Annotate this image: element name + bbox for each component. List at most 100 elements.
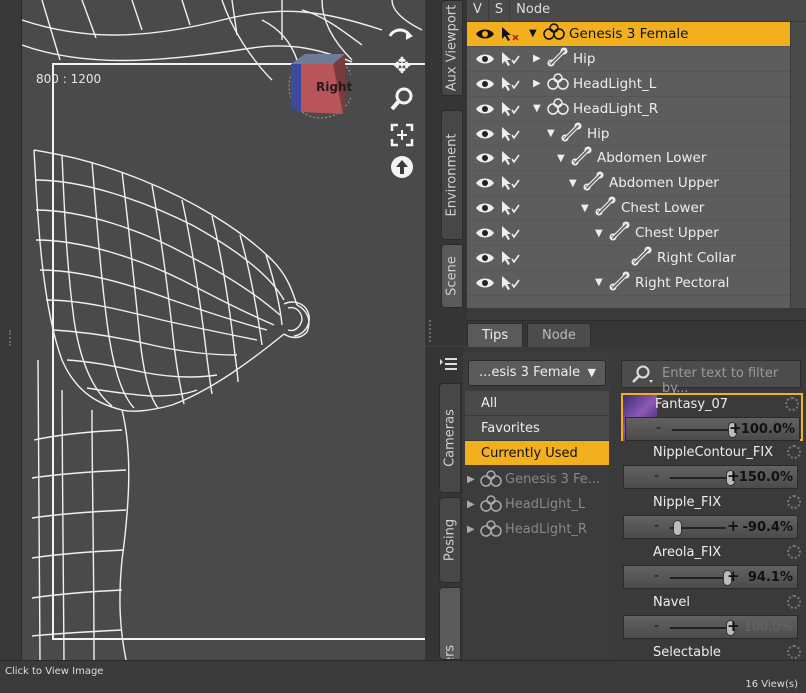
visibility-eye-icon[interactable] [475, 276, 495, 290]
expand-icon[interactable]: ▶ [467, 524, 477, 535]
property-slider[interactable]: - + -90.4% [623, 515, 798, 539]
tab-parameters[interactable]: Parameters [439, 587, 461, 660]
selectable-cursor-icon[interactable] [500, 76, 520, 92]
selectable-cursor-icon[interactable] [500, 225, 520, 241]
selectable-cursor-icon[interactable] [500, 101, 520, 117]
decrement-icon[interactable]: - [654, 618, 659, 634]
property-value[interactable]: 100.0% [741, 422, 795, 437]
slider-track[interactable] [670, 627, 726, 629]
visibility-eye-icon[interactable] [475, 127, 495, 141]
property-slider[interactable]: - +94.1% [623, 565, 798, 589]
property-slider[interactable]: - +150.0% [623, 465, 798, 489]
zoom-icon[interactable] [389, 86, 415, 112]
visibility-eye-icon[interactable] [475, 27, 495, 41]
selectable-cursor-icon[interactable] [500, 275, 520, 291]
sub-item-genesis[interactable]: ▶ Genesis 3 Fe... [467, 470, 600, 488]
scene-row[interactable]: ▼ HeadLight_R [467, 97, 806, 122]
sub-item-headlight-r[interactable]: ▶ HeadLight_R [467, 520, 587, 538]
increment-icon[interactable]: + [727, 617, 740, 635]
decrement-icon[interactable]: - [654, 468, 659, 484]
column-node[interactable]: Node [510, 0, 556, 21]
scene-row[interactable]: ▼ Genesis 3 Female [467, 22, 806, 47]
property-row[interactable]: Navel - +100.0% [621, 593, 803, 641]
property-row[interactable]: Areola_FIX - +94.1% [621, 543, 803, 591]
visibility-eye-icon[interactable] [475, 251, 495, 265]
slider-track[interactable] [670, 477, 726, 479]
property-value[interactable]: 150.0% [739, 470, 793, 485]
scene-row[interactable]: Right Collar [467, 246, 806, 271]
tab-environment[interactable]: Environment [441, 110, 463, 240]
orbit-icon[interactable] [386, 20, 413, 46]
tab-scene[interactable]: Scene [441, 244, 463, 308]
selectable-cursor-icon[interactable] [500, 250, 520, 266]
slider-track[interactable] [672, 429, 728, 431]
figure-select[interactable]: ...esis 3 Female ▼ [468, 360, 606, 386]
scene-scrollbar[interactable] [790, 22, 806, 308]
tab-posing[interactable]: Posing [439, 497, 461, 583]
scene-row[interactable]: ▶ HeadLight_L [467, 72, 806, 97]
column-selectable[interactable]: S [489, 0, 511, 21]
visibility-eye-icon[interactable] [475, 151, 495, 165]
move-icon[interactable]: ✥ [389, 54, 415, 80]
visibility-eye-icon[interactable] [475, 201, 495, 215]
frame-icon[interactable] [389, 122, 415, 148]
scene-row[interactable]: ▼ Chest Lower [467, 196, 806, 222]
selectable-cursor-icon[interactable] [500, 126, 520, 142]
property-row[interactable]: Selectable [621, 643, 803, 660]
decrement-icon[interactable]: - [656, 420, 661, 436]
column-visible[interactable]: V [467, 0, 489, 21]
scene-row[interactable]: ▼ Chest Upper [467, 221, 806, 247]
expand-icon[interactable]: ▼ [557, 153, 567, 164]
tab-cameras[interactable]: Cameras [439, 383, 461, 493]
gear-icon[interactable] [787, 445, 801, 459]
tab-aux-viewport[interactable]: Aux Viewport [441, 0, 463, 96]
selectable-cursor-icon[interactable] [500, 175, 520, 191]
gear-icon[interactable] [787, 645, 801, 659]
gear-icon[interactable] [787, 545, 801, 559]
tab-node[interactable]: Node [527, 323, 591, 347]
status-left[interactable]: Click to View Image [5, 666, 103, 677]
decrement-icon[interactable]: - [654, 518, 659, 534]
list-menu-icon[interactable] [439, 355, 459, 375]
property-row[interactable]: Nipple_FIX - + -90.4% [621, 493, 803, 541]
expand-icon[interactable]: ▼ [595, 228, 605, 239]
property-value[interactable]: 94.1% [748, 570, 793, 585]
expand-icon[interactable]: ▼ [533, 103, 543, 114]
visibility-eye-icon[interactable] [475, 102, 495, 116]
scene-row[interactable]: ▼ Abdomen Lower [467, 146, 806, 172]
visibility-eye-icon[interactable] [475, 226, 495, 240]
visibility-eye-icon[interactable] [475, 77, 495, 91]
selectable-cursor-icon[interactable] [500, 51, 520, 67]
scene-row[interactable]: ▶ Hip [467, 47, 806, 72]
scene-row[interactable]: ▼ Hip [467, 121, 806, 147]
category-favorites[interactable]: Favorites [465, 416, 609, 441]
expand-icon[interactable]: ▼ [569, 178, 579, 189]
selectable-cursor-icon[interactable] [500, 200, 520, 216]
gear-icon[interactable] [787, 595, 801, 609]
expand-icon[interactable]: ▼ [547, 128, 557, 139]
gear-icon[interactable] [787, 495, 801, 509]
increment-icon[interactable]: + [727, 567, 740, 585]
property-slider[interactable]: - +100.0% [625, 417, 800, 441]
selectable-cursor-icon[interactable] [500, 26, 520, 42]
viewport[interactable]: 800 : 1200 Right ✥ [0, 0, 425, 660]
increment-icon[interactable]: + [727, 467, 740, 485]
increment-icon[interactable]: + [729, 419, 742, 437]
expand-icon[interactable]: ▼ [529, 28, 539, 39]
property-row[interactable]: Fantasy_07 - +100.0% [621, 393, 803, 441]
expand-icon[interactable]: ▶ [533, 78, 543, 89]
category-currently-used[interactable]: Currently Used [465, 441, 609, 466]
visibility-eye-icon[interactable] [475, 176, 495, 190]
scene-row[interactable]: ▼ Abdomen Upper [467, 171, 806, 197]
scene-row[interactable]: ▼ Right Pectoral [467, 271, 806, 296]
property-value[interactable]: 100.0% [743, 620, 793, 635]
visibility-eye-icon[interactable] [475, 52, 495, 66]
expand-icon[interactable]: ▶ [533, 53, 543, 64]
rotate-icon[interactable] [389, 154, 415, 180]
increment-icon[interactable]: + [727, 517, 740, 535]
category-all[interactable]: All [465, 391, 609, 416]
tab-tips[interactable]: Tips [467, 323, 524, 347]
slider-thumb[interactable] [673, 520, 682, 536]
expand-icon[interactable]: ▼ [581, 203, 591, 214]
gear-icon[interactable] [785, 397, 799, 411]
